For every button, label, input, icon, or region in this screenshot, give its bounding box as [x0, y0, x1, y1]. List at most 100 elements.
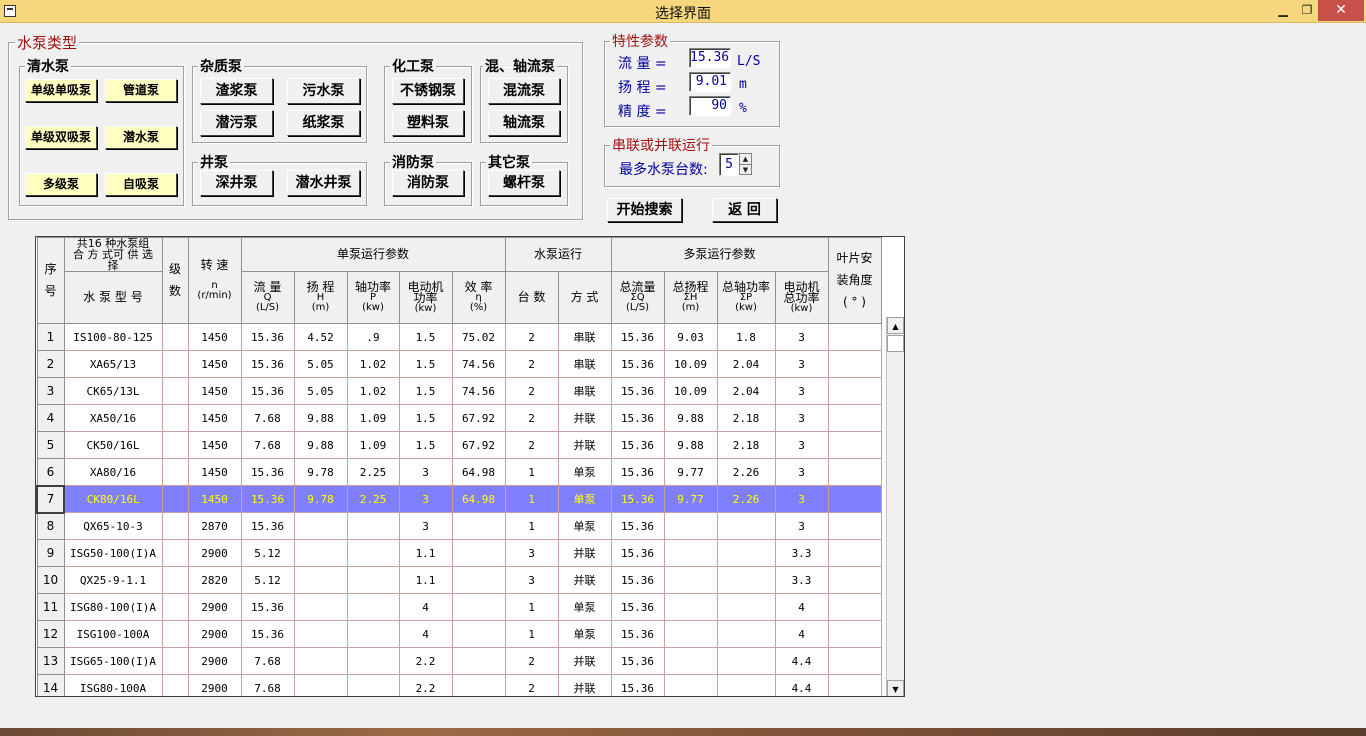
head-input[interactable]: 9.01	[689, 72, 731, 92]
scroll-down-icon[interactable]: ▼	[887, 680, 904, 696]
screw-pump-button[interactable]: 螺杆泵	[488, 170, 560, 196]
blade-angle-cell	[827, 566, 882, 594]
plastic-pump-button[interactable]: 塑料泵	[392, 110, 464, 136]
max-pumps-spinner[interactable]: ▲ ▼	[739, 153, 752, 175]
multistage-pump-button[interactable]: 多级泵	[25, 173, 97, 196]
table-row[interactable]: 14 ISG80-100A 2900 7.68 2.2 2 并联 15.36 4.4	[36, 674, 882, 696]
table-row[interactable]: 9 ISG50-100(I)A 2900 5.12 1.1 3 并联 15.36 3.3	[36, 539, 882, 567]
restore-button[interactable]: ❐	[1294, 0, 1320, 21]
total-shaft-power-cell: 2.26	[716, 458, 776, 486]
table-row[interactable]: 8 QX65-10-3 2870 15.36 3 1 单泵 15.36 3	[36, 512, 882, 540]
total-shaft-power-cell: 1.8	[716, 323, 776, 351]
max-pumps-input[interactable]: 5	[719, 153, 739, 176]
count-cell: 2	[504, 647, 559, 675]
count-cell: 2	[504, 350, 559, 378]
stage-cell	[161, 566, 189, 594]
stage-cell	[161, 323, 189, 351]
precision-input[interactable]: 90	[689, 96, 731, 116]
count-cell: 2	[504, 377, 559, 405]
fire-pump-legend: 消防泵	[392, 155, 434, 171]
total-motor-power-cell: 3	[774, 323, 829, 351]
self-priming-pump-button[interactable]: 自吸泵	[105, 173, 177, 196]
slurry-pump-button[interactable]: 渣浆泵	[200, 78, 273, 104]
start-search-button[interactable]: 开始搜索	[607, 198, 682, 222]
scroll-up-icon[interactable]: ▲	[887, 317, 904, 334]
impurity-pump-legend: 杂质泵	[200, 59, 242, 75]
pipeline-pump-button[interactable]: 管道泵	[105, 79, 177, 102]
clear-water-legend: 清水泵	[27, 59, 69, 75]
head-cell: 9.88	[293, 404, 348, 432]
deep-well-pump-button[interactable]: 深井泵	[200, 170, 273, 196]
single-stage-double-suction-button[interactable]: 单级双吸泵	[25, 126, 97, 149]
head-cell: 4.52	[293, 323, 348, 351]
flow-cell: 15.36	[240, 620, 295, 648]
single-stage-single-suction-button[interactable]: 单级单吸泵	[25, 79, 97, 102]
head-cell: 5.05	[293, 377, 348, 405]
table-row[interactable]: 10 QX25-9-1.1 2820 5.12 1.1 3 并联 15.36 3.3	[36, 566, 882, 594]
flow-input[interactable]: 15.36	[689, 48, 731, 68]
total-flow-cell: 15.36	[610, 647, 665, 675]
table-row[interactable]: 6 XA80/16 1450 15.36 9.78 2.25 3 64.98 1 单泵 15.36 9…	[36, 458, 882, 486]
blade-angle-cell	[827, 593, 882, 621]
total-flow-cell: 15.36	[610, 485, 665, 513]
motor-power-cell: 1.5	[398, 431, 453, 459]
speed-cell: 1450	[187, 350, 242, 378]
stage-cell	[161, 512, 189, 540]
scroll-thumb[interactable]	[887, 335, 904, 352]
mode-col-header: 方 式	[557, 271, 612, 324]
model-cell: ISG80-100A	[63, 674, 163, 696]
count-cell: 1	[504, 593, 559, 621]
blade-angle-cell	[827, 377, 882, 405]
axial-flow-pump-button[interactable]: 轴流泵	[488, 110, 560, 136]
results-grid[interactable]: 序号 共16 种水泵组 合 方 式可 供 选 择 级数 转 速 n (r/min…	[35, 236, 905, 697]
vertical-scrollbar[interactable]: ▲ ▼	[886, 317, 904, 696]
submersible-well-pump-button[interactable]: 潜水井泵	[287, 170, 360, 196]
blade-angle-header: 叶片安 装角度( ° )	[827, 237, 882, 324]
table-row[interactable]: 13 ISG65-100(I)A 2900 7.68 2.2 2 并联 15.36 4.4	[36, 647, 882, 675]
table-row[interactable]: 2 XA65/13 1450 15.36 5.05 1.02 1.5 74.56 2 串联 15.3…	[36, 350, 882, 378]
back-button[interactable]: 返 回	[712, 198, 777, 222]
sewage-pump-button[interactable]: 污水泵	[287, 78, 360, 104]
mode-cell: 串联	[557, 377, 612, 405]
model-cell: ISG80-100(I)A	[63, 593, 163, 621]
submersible-pump-button[interactable]: 潜水泵	[105, 126, 177, 149]
table-row[interactable]: 4 XA50/16 1450 7.68 9.88 1.09 1.5 67.92 2 并联 15.36…	[36, 404, 882, 432]
other-pump-legend: 其它泵	[488, 155, 530, 171]
count-cell: 3	[504, 566, 559, 594]
table-row[interactable]: 1 IS100-80-125 1450 15.36 4.52.9 1.5 75.02 2 串联 1…	[36, 323, 882, 351]
index-cell: 9	[36, 539, 65, 567]
mode-cell: 并联	[557, 674, 612, 696]
efficiency-cell	[451, 620, 506, 648]
count-cell: 2	[504, 674, 559, 696]
spin-down-icon[interactable]: ▼	[740, 164, 751, 174]
model-cell: QX25-9-1.1	[63, 566, 163, 594]
stainless-steel-pump-button[interactable]: 不锈钢泵	[392, 78, 464, 104]
table-row[interactable]: 11 ISG80-100(I)A 2900 15.36 4 1 单泵 15.36 4	[36, 593, 882, 621]
mixed-flow-pump-button[interactable]: 混流泵	[488, 78, 560, 104]
shaft-power-cell	[346, 620, 400, 648]
table-row[interactable]: 5 CK50/16L 1450 7.68 9.88 1.09 1.5 67.92 2 并联 15.3…	[36, 431, 882, 459]
total-head-cell: 9.77	[663, 458, 718, 486]
flow-cell: 15.36	[240, 485, 295, 513]
total-head-cell: 10.09	[663, 350, 718, 378]
submersible-sewage-button[interactable]: 潜污泵	[200, 110, 273, 136]
minimize-button[interactable]: ▁	[1270, 0, 1296, 21]
flow-cell: 15.36	[240, 323, 295, 351]
flow-cell: 15.36	[240, 350, 295, 378]
total-flow-cell: 15.36	[610, 674, 665, 696]
table-row[interactable]: 3 CK65/13L 1450 15.36 5.05 1.02 1.5 74.56 2 串联 15.…	[36, 377, 882, 405]
close-button[interactable]: ✕	[1318, 0, 1364, 21]
speed-cell: 1450	[187, 377, 242, 405]
paper-pulp-pump-button[interactable]: 纸浆泵	[287, 110, 360, 136]
blade-angle-cell	[827, 512, 882, 540]
total-motor-power-cell: 4	[774, 620, 829, 648]
index-cell: 13	[36, 647, 65, 675]
table-row[interactable]: 7 CK80/16L 1450 15.36 9.78 2.25 3 64.98 1 单泵 15.36…	[36, 484, 882, 514]
table-row[interactable]: 12 ISG100-100A 2900 15.36 4 1 单泵 15.36 4	[36, 620, 882, 648]
count-cell: 1	[504, 620, 559, 648]
spin-up-icon[interactable]: ▲	[740, 154, 751, 164]
stage-cell	[161, 350, 189, 378]
taskbar	[0, 728, 1366, 736]
fire-pump-button[interactable]: 消防泵	[392, 170, 464, 196]
count-cell: 1	[504, 512, 559, 540]
